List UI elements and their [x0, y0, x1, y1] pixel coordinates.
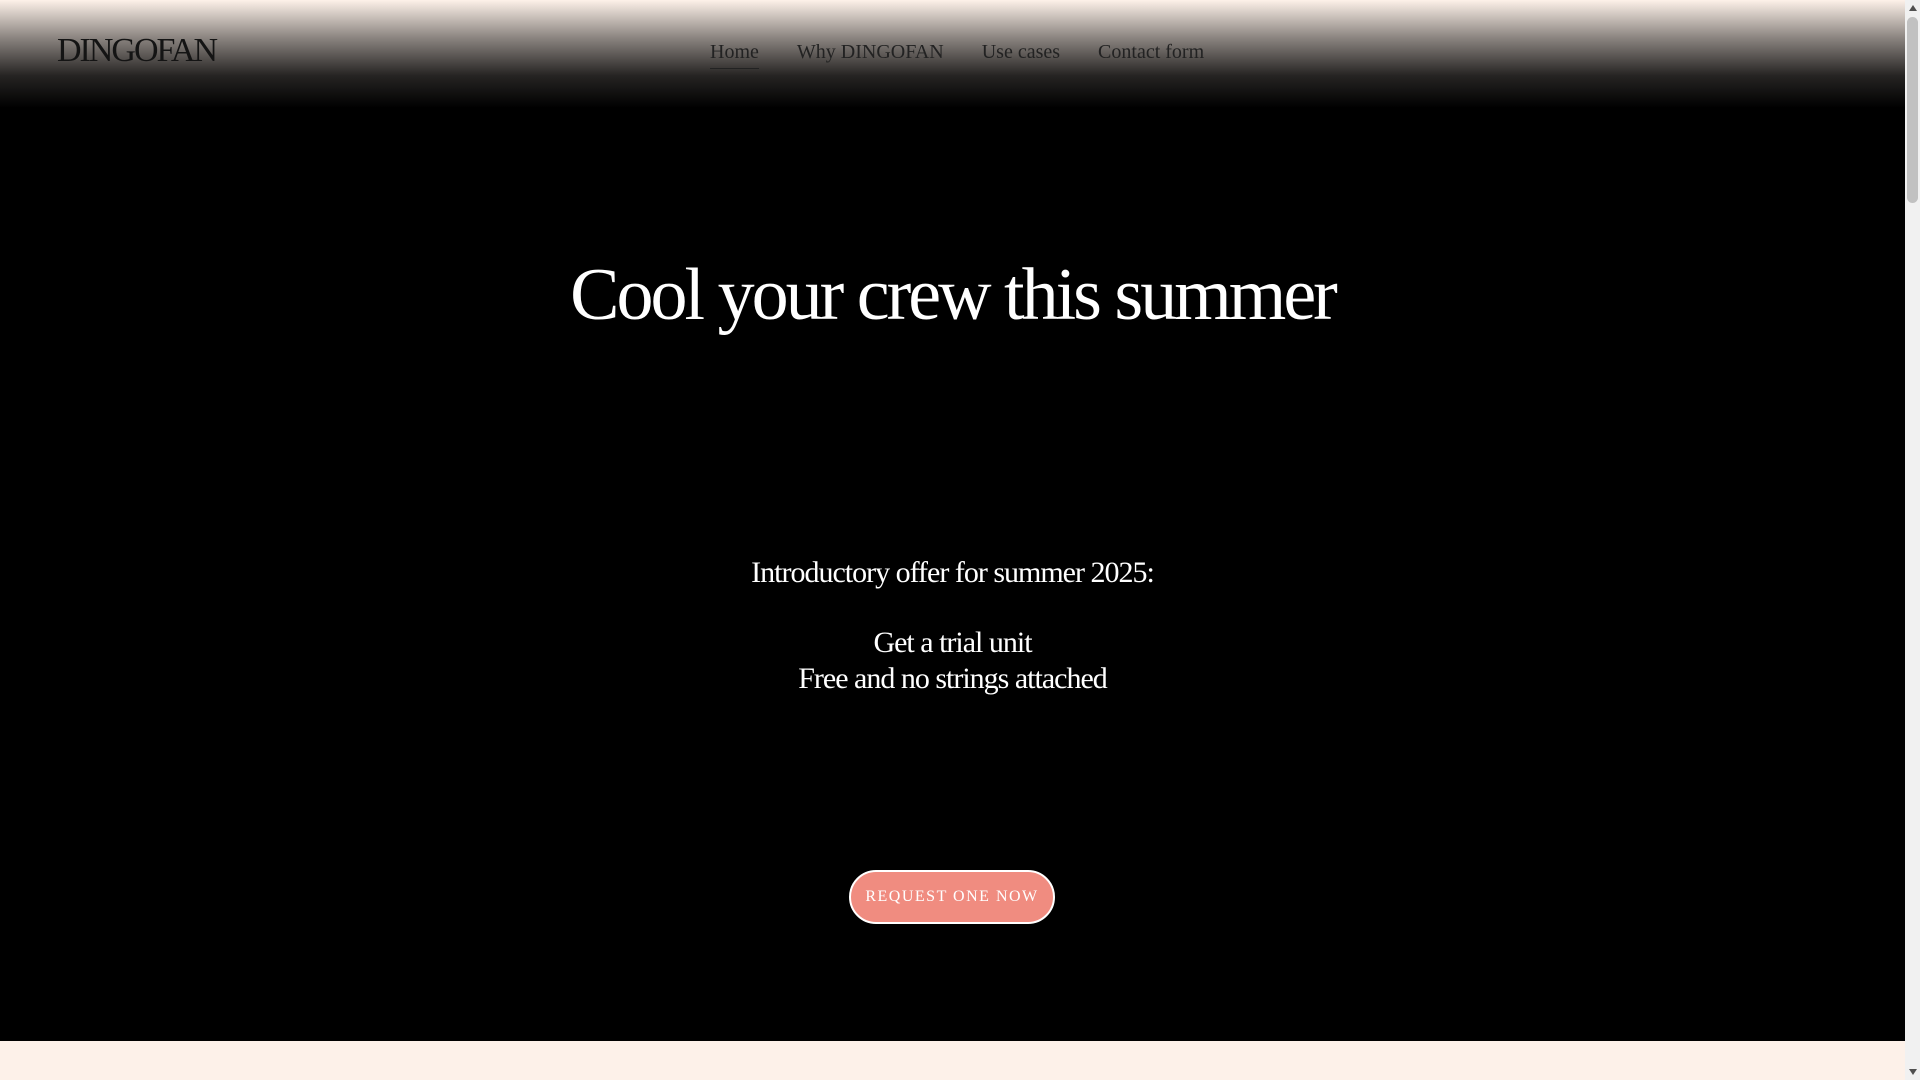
nav-contact-form[interactable]: Contact form	[1098, 38, 1204, 69]
offer-line-free: Free and no strings attached	[798, 662, 1108, 695]
main-nav: Home Why DINGOFAN Use cases Contact form	[710, 38, 1204, 69]
site-logo[interactable]: DINGOFAN	[57, 32, 218, 70]
vertical-scrollbar[interactable]	[1905, 0, 1920, 1080]
nav-use-cases[interactable]: Use cases	[982, 38, 1060, 69]
request-one-now-button[interactable]: REQUEST ONE NOW	[849, 870, 1055, 924]
hero-section: DINGOFAN Home Why DINGOFAN Use cases Con…	[0, 0, 1905, 1041]
chevron-down-icon[interactable]	[1909, 1069, 1917, 1075]
offer-intro: Introductory offer for summer 2025:	[751, 556, 1155, 589]
scrollbar-thumb[interactable]	[1907, 17, 1918, 203]
next-section	[0, 1041, 1905, 1080]
chevron-up-icon[interactable]	[1909, 5, 1917, 11]
site-header: DINGOFAN Home Why DINGOFAN Use cases Con…	[0, 0, 1905, 108]
nav-why-dingofan[interactable]: Why DINGOFAN	[797, 38, 944, 69]
hero-headline: Cool your crew this summer	[570, 254, 1338, 336]
offer-line-trial: Get a trial unit	[873, 626, 1032, 659]
page: DINGOFAN Home Why DINGOFAN Use cases Con…	[0, 0, 1920, 1080]
nav-home[interactable]: Home	[710, 38, 759, 69]
